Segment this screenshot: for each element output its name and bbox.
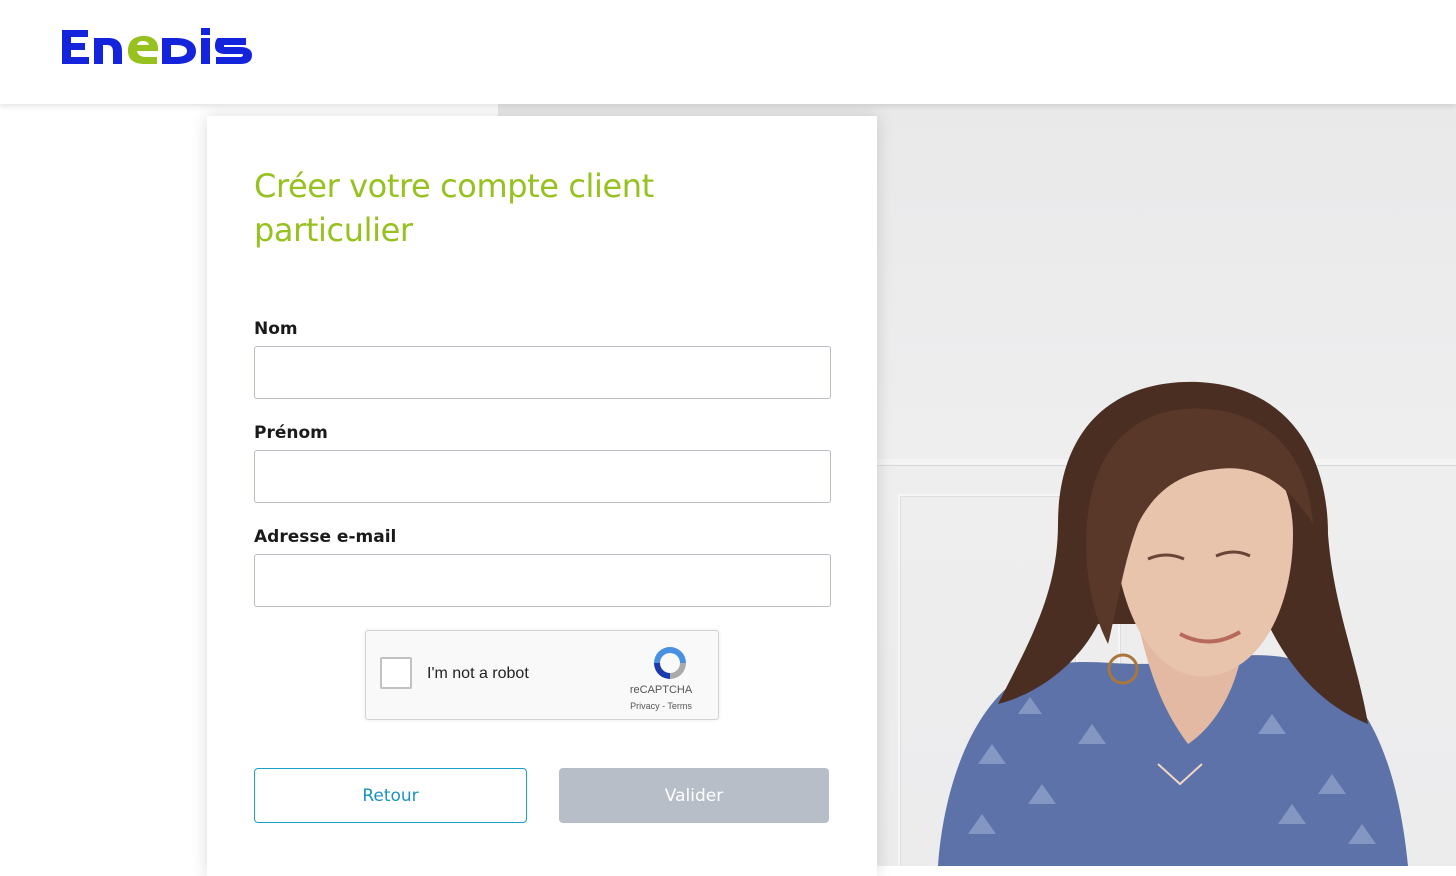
enedis-logo[interactable] xyxy=(58,24,258,70)
nom-input[interactable] xyxy=(254,346,831,399)
recaptcha-label: I'm not a robot xyxy=(427,665,529,682)
site-header xyxy=(0,0,1456,104)
signup-card: Créer votre compte client particulier No… xyxy=(207,116,877,876)
submit-button[interactable]: Valider xyxy=(559,768,829,823)
nom-label: Nom xyxy=(254,319,298,339)
recaptcha-checkbox[interactable] xyxy=(380,657,412,689)
recaptcha-privacy-terms[interactable]: Privacy - Terms xyxy=(606,701,716,711)
prenom-input[interactable] xyxy=(254,450,831,503)
page-title: Créer votre compte client particulier xyxy=(254,167,654,249)
prenom-label: Prénom xyxy=(254,423,328,443)
email-label: Adresse e-mail xyxy=(254,527,397,547)
back-button[interactable]: Retour xyxy=(254,768,527,823)
recaptcha-icon xyxy=(654,647,686,679)
email-input[interactable] xyxy=(254,554,831,607)
recaptcha-brand: reCAPTCHA xyxy=(629,684,693,696)
recaptcha-widget: I'm not a robot reCAPTCHA Privacy - Term… xyxy=(365,630,719,720)
